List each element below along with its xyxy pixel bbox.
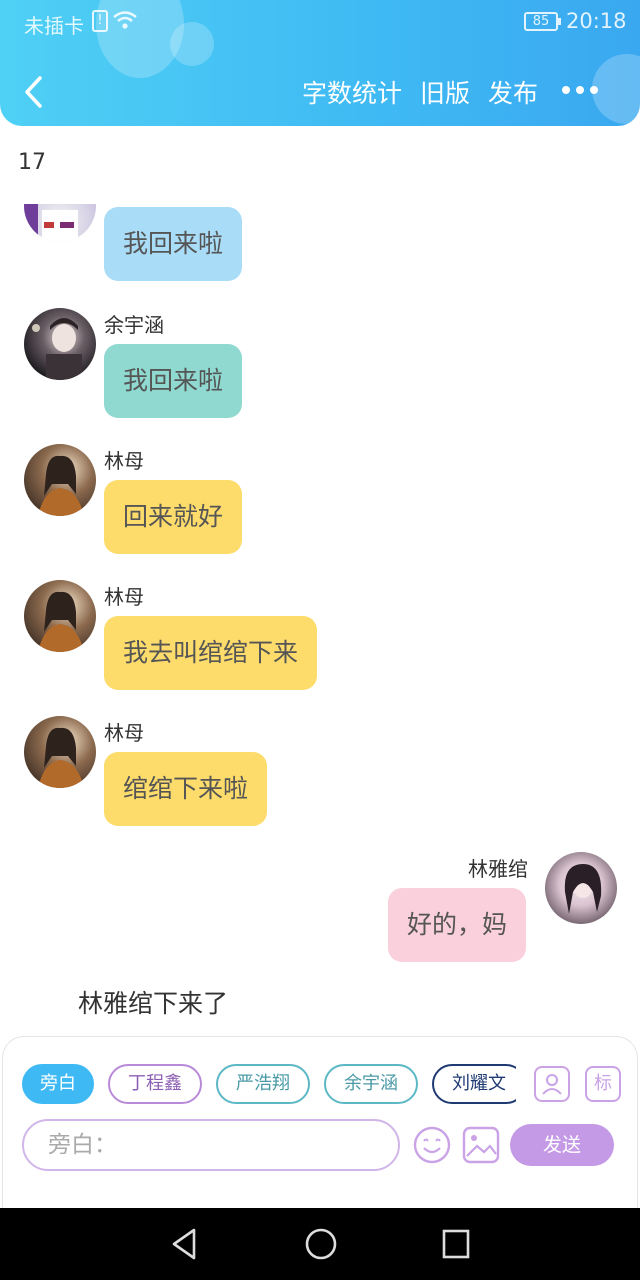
image-icon[interactable] <box>462 1126 500 1164</box>
header-actions: 字数统计 旧版 发布 <box>302 74 538 110</box>
nav-back-icon[interactable] <box>170 1226 198 1262</box>
message-bubble[interactable]: 我去叫绾绾下来 <box>104 616 318 690</box>
message-bubble[interactable]: 我回来啦 <box>104 344 243 418</box>
word-count-value: 17 <box>18 150 46 175</box>
avatar[interactable] <box>545 852 617 924</box>
word-count-button[interactable]: 字数统计 <box>302 74 402 110</box>
clock: 20:18 <box>566 9 627 33</box>
sender-name: 林雅绾 <box>468 857 528 881</box>
message-bubble[interactable]: 绾绾下来啦 <box>104 752 268 826</box>
sender-name: 林母 <box>104 721 144 745</box>
carrier-text: 未插卡 <box>24 14 84 38</box>
role-chip-clip: 刘耀文 <box>432 1062 516 1106</box>
status-bar: 未插卡 ! 85 20:18 <box>0 0 640 44</box>
avatar[interactable] <box>24 308 96 380</box>
role-chip[interactable]: 刘耀文 <box>432 1064 516 1104</box>
sim-alert-icon: ! <box>92 10 108 32</box>
narration-text: 林雅绾下来了 <box>78 989 229 1018</box>
role-chip-narrator[interactable]: 旁白 <box>22 1064 94 1104</box>
wifi-icon <box>113 11 137 29</box>
character-icon[interactable] <box>534 1066 570 1102</box>
battery-icon: 85 <box>524 12 561 31</box>
message-bubble[interactable]: 回来就好 <box>104 480 243 554</box>
back-arrow-icon[interactable] <box>20 74 48 110</box>
avatar[interactable] <box>24 444 96 516</box>
role-chip[interactable]: 严浩翔 <box>216 1064 310 1104</box>
scroll-mask <box>0 126 640 204</box>
tag-button[interactable]: 标 <box>585 1066 621 1102</box>
message-bubble[interactable]: 好的，妈 <box>388 888 527 962</box>
old-version-button[interactable]: 旧版 <box>420 74 470 110</box>
sender-name: 余宇涵 <box>104 313 164 337</box>
message-input[interactable]: 旁白： <box>22 1119 400 1171</box>
decor-bubble <box>592 54 640 124</box>
role-chip[interactable]: 丁程鑫 <box>108 1064 202 1104</box>
nav-recents-icon[interactable] <box>441 1226 471 1262</box>
role-chip[interactable]: 余宇涵 <box>324 1064 418 1104</box>
publish-button[interactable]: 发布 <box>488 74 538 110</box>
app-header: 未插卡 ! 85 20:18 字数统计 旧版 发布 <box>0 0 640 126</box>
send-button[interactable]: 发送 <box>510 1124 614 1166</box>
avatar[interactable] <box>24 580 96 652</box>
nav-home-icon[interactable] <box>304 1226 338 1262</box>
emoji-icon[interactable] <box>413 1126 451 1164</box>
avatar[interactable] <box>24 716 96 788</box>
message-bubble[interactable]: 我回来啦 <box>104 207 243 281</box>
sender-name: 林母 <box>104 585 144 609</box>
sender-name: 林母 <box>104 449 144 473</box>
more-icon[interactable] <box>562 86 598 98</box>
